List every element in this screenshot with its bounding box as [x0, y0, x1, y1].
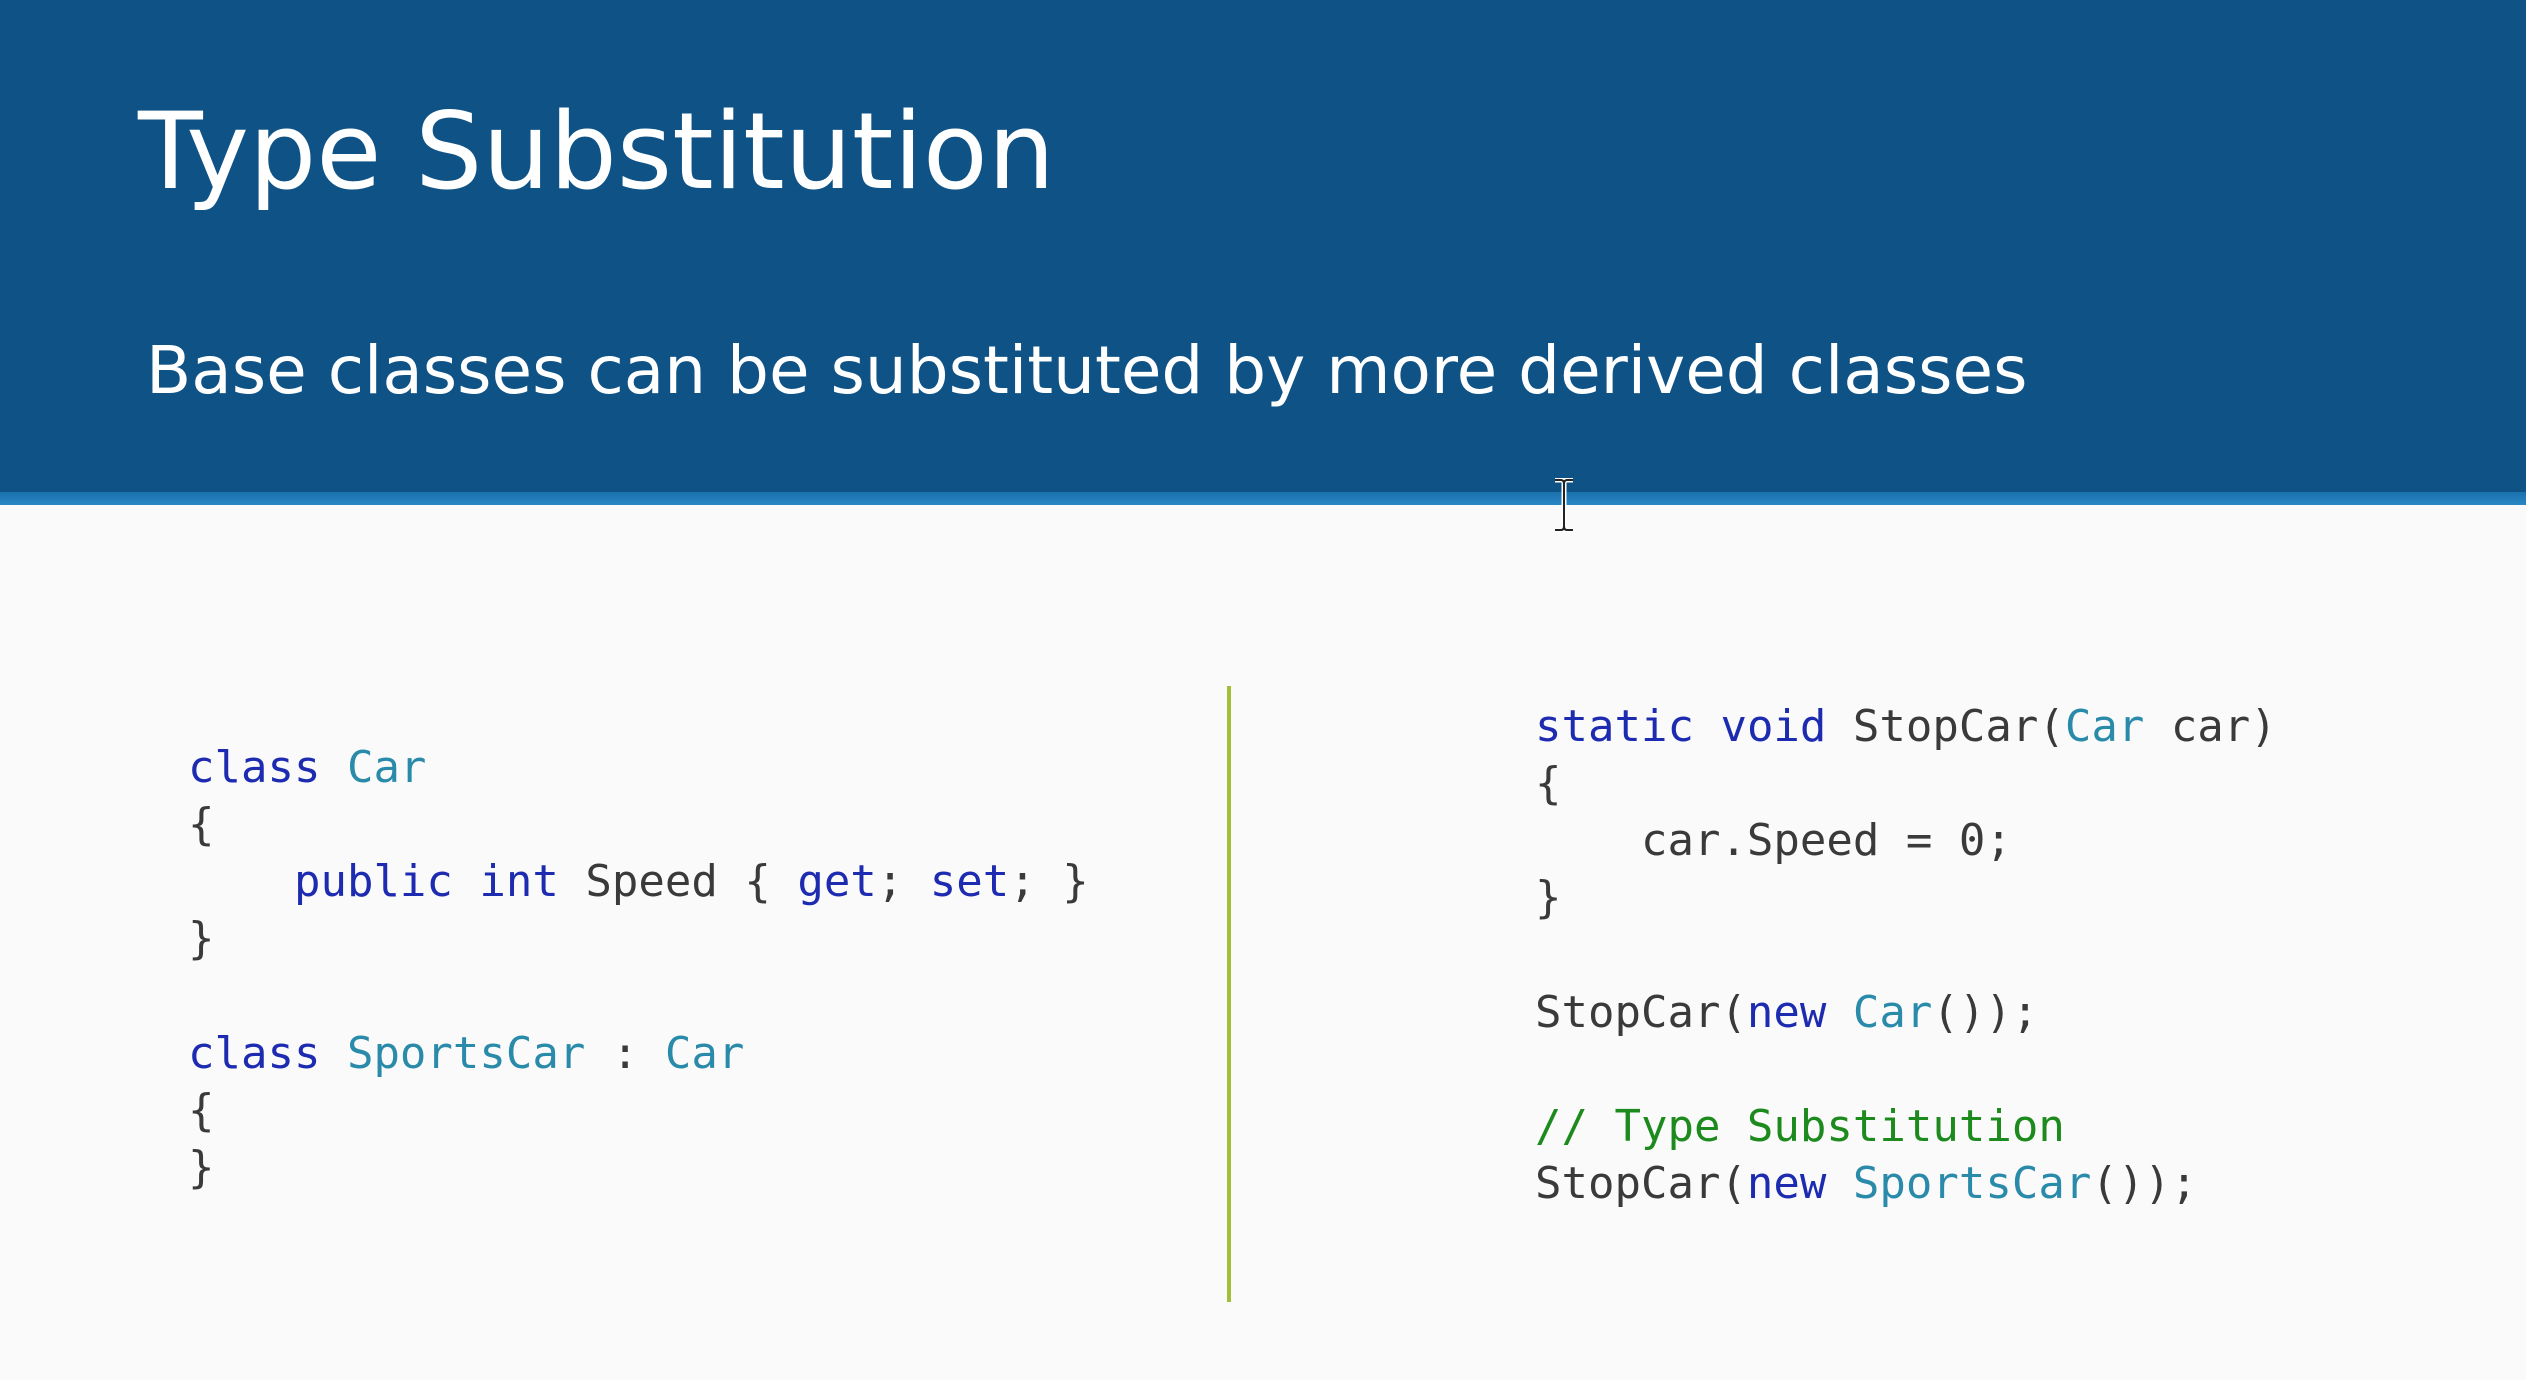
code-line: StopCar(new Car());	[1535, 984, 2038, 1042]
code-type: SportsCar	[1852, 1158, 2092, 1209]
code-line: StopCar(new SportsCar());	[1535, 1155, 2197, 1213]
code-text: }	[188, 913, 215, 964]
code-keyword: new	[1746, 987, 1827, 1038]
code-text: car.Speed = 0;	[1535, 815, 2012, 866]
header-accent-stripe	[0, 492, 2526, 505]
code-line: class Car	[188, 739, 426, 797]
code-keyword: int	[479, 856, 559, 907]
code-line: class SportsCar : Car	[188, 1025, 744, 1083]
code-text: ());	[2091, 1158, 2198, 1209]
code-text: ());	[1932, 987, 2039, 1038]
code-text: {	[188, 799, 215, 850]
code-line: }	[188, 1139, 215, 1197]
code-text: }	[1535, 872, 1562, 923]
code-line: {	[188, 796, 215, 854]
code-text: :	[585, 1028, 665, 1079]
code-keyword: new	[1746, 1158, 1827, 1209]
code-text: StopCar(	[1826, 701, 2065, 752]
code-text: StopCar(	[1535, 987, 1747, 1038]
code-text: {	[1535, 758, 1562, 809]
code-type: SportsCar	[346, 1028, 586, 1079]
code-keyword: class	[188, 1028, 321, 1079]
code-type: Car	[346, 742, 427, 793]
code-keyword: set	[929, 856, 1010, 907]
code-type: Car	[664, 1028, 745, 1079]
code-text: car)	[2144, 701, 2277, 752]
code-line: static void StopCar(Car car)	[1535, 698, 2277, 756]
slide-subtitle: Base classes can be substituted by more …	[146, 332, 2028, 409]
code-text: ;	[876, 856, 930, 907]
code-line: car.Speed = 0;	[1535, 812, 2012, 870]
code-line: }	[1535, 869, 1562, 927]
code-text: }	[188, 1142, 215, 1193]
code-keyword: void	[1720, 701, 1827, 752]
slide: Type Substitution Base classes can be su…	[0, 0, 2526, 1380]
code-line: }	[188, 910, 215, 968]
code-keyword: static	[1535, 701, 1694, 752]
code-comment: // Type Substitution	[1535, 1101, 2065, 1152]
code-keyword: class	[188, 742, 321, 793]
text-cursor-icon	[1555, 478, 1573, 532]
code-type: Car	[1852, 987, 1933, 1038]
slide-title: Type Substitution	[138, 90, 1055, 213]
code-keyword: public	[293, 856, 453, 907]
code-line: public int Speed { get; set; }	[188, 853, 1089, 911]
code-type: Car	[2064, 701, 2145, 752]
column-divider	[1227, 686, 1231, 1302]
code-text: Speed {	[558, 856, 798, 907]
left-code-block: class Car { public int Speed { get; set;…	[188, 739, 1148, 1219]
slide-header: Type Substitution Base classes can be su…	[0, 0, 2526, 492]
code-keyword: get	[797, 856, 877, 907]
code-line: // Type Substitution	[1535, 1098, 2065, 1156]
code-text: {	[188, 1085, 215, 1136]
right-code-block: static void StopCar(Car car) { car.Speed…	[1535, 698, 2415, 1238]
code-text: ; }	[1009, 856, 1089, 907]
code-text: StopCar(	[1535, 1158, 1747, 1209]
code-line: {	[1535, 755, 1562, 813]
code-line: {	[188, 1082, 215, 1140]
